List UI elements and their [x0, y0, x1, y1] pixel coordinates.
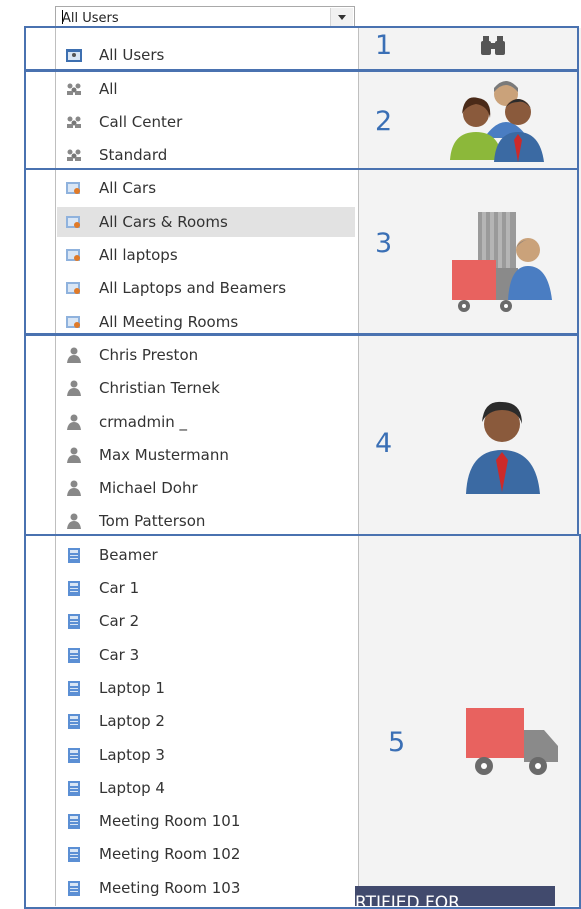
section-2-number: 2	[375, 106, 393, 137]
user-filter-combobox[interactable]: All Users	[55, 6, 355, 28]
section-5-number: 5	[388, 727, 406, 758]
certified-banner: RTIFIED FOR	[355, 886, 555, 906]
section-4-number: 4	[375, 428, 393, 459]
user-group-icon	[450, 81, 544, 162]
binoculars-icon	[481, 36, 505, 55]
user-icon	[466, 401, 540, 494]
combobox-value: All Users	[62, 11, 119, 23]
banner-text: RTIFIED FOR	[355, 893, 460, 906]
dropdown-arrow-button[interactable]	[330, 8, 353, 26]
section-1-number: 1	[375, 30, 393, 61]
resource-group-icon	[452, 212, 552, 312]
section-3-number: 3	[375, 228, 393, 259]
truck-icon	[466, 708, 558, 775]
